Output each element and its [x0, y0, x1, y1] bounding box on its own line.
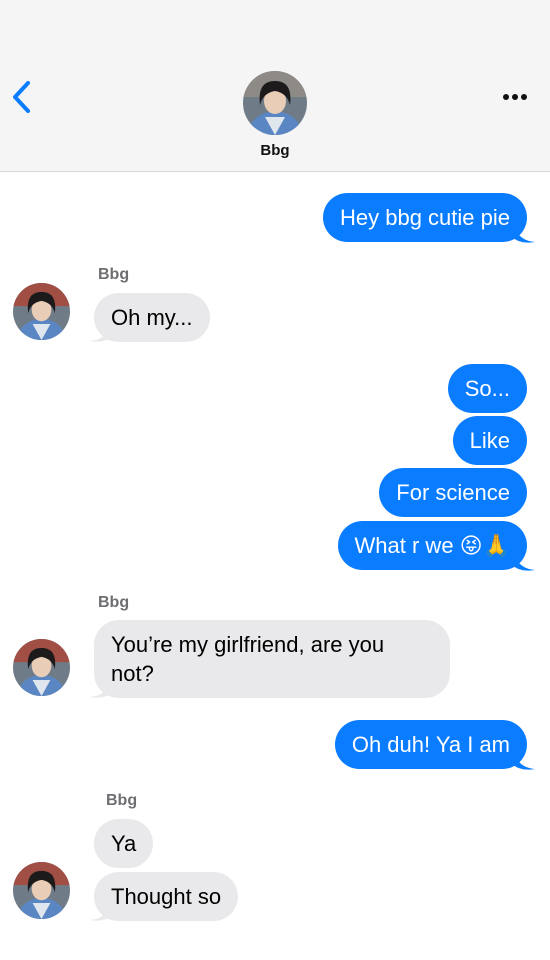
sender-name-label: Bbg [106, 792, 138, 809]
chevron-left-icon [13, 81, 30, 113]
sent-message-bubble[interactable]: Like [452, 416, 527, 465]
contact-name[interactable]: Bbg [0, 142, 550, 159]
contact-avatar-small[interactable] [13, 639, 70, 696]
received-message-bubble[interactable]: Oh my... [94, 293, 210, 342]
sent-message-bubble[interactable]: For science [379, 468, 527, 517]
sent-message-bubble[interactable]: So... [447, 364, 527, 413]
received-message-bubble[interactable]: Ya [94, 819, 154, 868]
avatar-photo [243, 71, 307, 135]
contact-avatar[interactable] [243, 71, 307, 135]
contact-avatar-small[interactable] [13, 862, 70, 919]
contact-avatar-small[interactable] [13, 283, 70, 340]
more-options-button[interactable] [496, 84, 534, 110]
received-message-bubble[interactable]: Thought so [94, 872, 239, 921]
conversation-header: Bbg [0, 0, 550, 172]
bubble-tail [513, 750, 535, 770]
sent-message-bubble[interactable]: Hey bbg cutie pie [323, 193, 527, 242]
sent-message-bubble[interactable]: What r we 😝🙏 [337, 521, 527, 570]
sent-message-bubble[interactable]: Oh duh! Ya I am [334, 720, 527, 769]
avatar-photo [13, 862, 70, 919]
more-dots-icon [503, 94, 527, 100]
bubble-tail [513, 551, 535, 571]
avatar-photo [13, 639, 70, 696]
bubble-tail [513, 223, 535, 243]
sender-name-label: Bbg [98, 266, 130, 283]
avatar-photo [13, 283, 70, 340]
received-message-bubble[interactable]: You’re my girlfriend, are you not? [94, 620, 450, 698]
sender-name-label: Bbg [98, 594, 130, 611]
back-button[interactable] [8, 78, 38, 116]
